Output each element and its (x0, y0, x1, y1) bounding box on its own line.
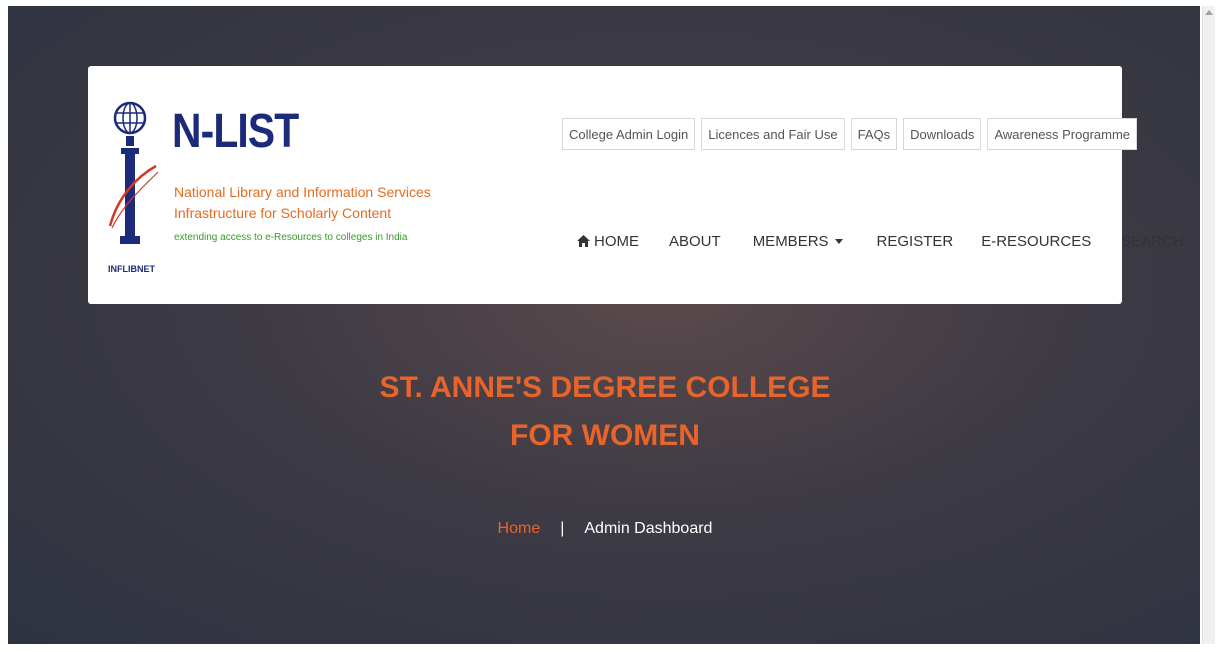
licences-fair-use-link[interactable]: Licences and Fair Use (701, 118, 845, 150)
nav-home[interactable]: HOME (577, 233, 639, 250)
breadcrumb-separator: | (560, 520, 565, 537)
nav-register[interactable]: REGISTER (877, 233, 954, 250)
scrollbar[interactable] (1202, 6, 1215, 644)
nav-search-label: SEARCH (1121, 232, 1184, 250)
logo-title: N-LIST (172, 105, 299, 158)
chevron-down-icon (834, 238, 843, 244)
breadcrumb: Home | Admin Dashboard (400, 520, 810, 538)
college-admin-login-link[interactable]: College Admin Login (562, 118, 696, 150)
breadcrumb-home-link[interactable]: Home (498, 520, 541, 537)
nav-members-label: MEMBERS (752, 232, 829, 250)
breadcrumb-current: Admin Dashboard (584, 520, 713, 537)
college-name-line2: FOR WOMEN (510, 419, 700, 452)
college-name-line1: ST. ANNE'S DEGREE COLLEGE (379, 371, 831, 404)
inflibnet-globe-icon (108, 101, 159, 244)
nav-home-label: HOME (594, 232, 639, 250)
nav-eresources[interactable]: E-RESOURCES (981, 233, 1091, 250)
nav-search[interactable]: SEARCH (1121, 233, 1184, 250)
awareness-programme-link[interactable]: Awareness Programme (987, 118, 1138, 150)
top-links-bar: College Admin Login Licences and Fair Us… (562, 118, 1138, 152)
logo-tagline: extending access to e-Resources to colle… (174, 232, 408, 243)
logo-subtitle-line1: National Library and Information Service… (174, 184, 431, 200)
logo-org-name: INFLIBNET (108, 264, 155, 274)
home-icon (577, 235, 590, 247)
college-name-heading: ST. ANNE'S DEGREE COLLEGE FOR WOMEN (300, 364, 910, 460)
logo-subtitle-line2: Infrastructure for Scholarly Content (174, 205, 392, 221)
nav-about-label: ABOUT (669, 232, 721, 250)
faqs-link[interactable]: FAQs (850, 118, 898, 150)
nav-eresources-label: E-RESOURCES (981, 232, 1092, 250)
nav-about[interactable]: ABOUT (669, 233, 721, 250)
main-nav: HOME ABOUT MEMBERS REGISTER E-RESOURCES … (577, 226, 1184, 256)
nav-members[interactable]: MEMBERS (753, 233, 843, 250)
nav-register-label: REGISTER (876, 232, 954, 250)
downloads-link[interactable]: Downloads (903, 118, 982, 150)
nlist-logo[interactable]: N-LIST National Library and Information … (108, 96, 431, 286)
scroll-up-arrow-icon[interactable] (1205, 10, 1213, 15)
